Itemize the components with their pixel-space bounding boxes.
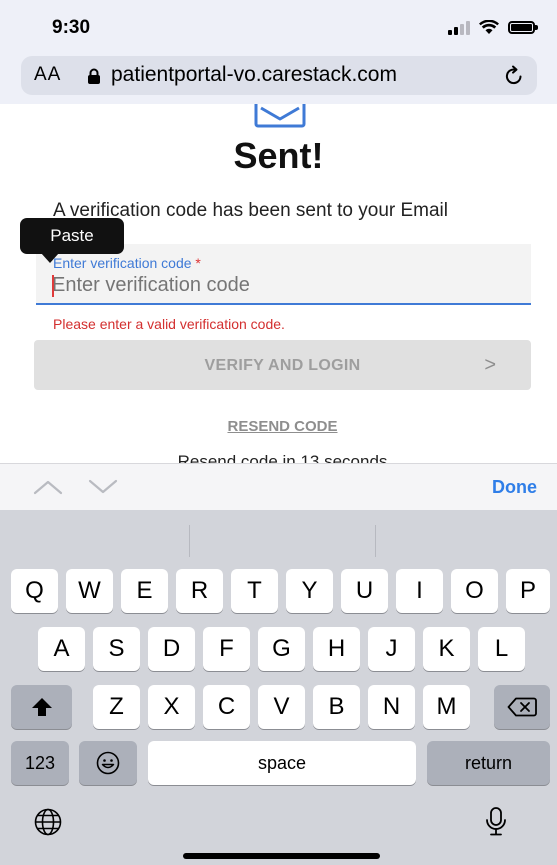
key-c[interactable]: C <box>203 685 250 729</box>
key-e[interactable]: E <box>121 569 168 613</box>
error-message: Please enter a valid verification code. <box>53 316 285 332</box>
key-n[interactable]: N <box>368 685 415 729</box>
key-t[interactable]: T <box>231 569 278 613</box>
microphone-icon[interactable] <box>484 806 508 838</box>
text-size-button[interactable]: AA <box>34 64 61 86</box>
key-g[interactable]: G <box>258 627 305 671</box>
emoji-icon <box>96 751 120 775</box>
input-label: Enter verification code * <box>53 255 201 271</box>
input-label-text: Enter verification code <box>53 255 192 271</box>
status-time: 9:30 <box>52 17 91 38</box>
key-f[interactable]: F <box>203 627 250 671</box>
paste-tooltip[interactable]: Paste <box>20 218 124 263</box>
chevron-right-icon: > <box>484 354 496 376</box>
reload-icon[interactable] <box>503 65 525 87</box>
suggestion-divider <box>189 525 190 557</box>
globe-icon[interactable] <box>33 807 63 837</box>
key-w[interactable]: W <box>66 569 113 613</box>
url-text[interactable]: patientportal-vo.carestack.com <box>111 63 397 87</box>
done-button[interactable]: Done <box>492 477 537 498</box>
page-title: Sent! <box>233 135 324 176</box>
key-u[interactable]: U <box>341 569 388 613</box>
suggestion-divider <box>375 525 376 557</box>
key-v[interactable]: V <box>258 685 305 729</box>
key-m[interactable]: M <box>423 685 470 729</box>
backspace-icon <box>507 697 537 717</box>
return-key[interactable]: return <box>427 741 550 785</box>
key-h[interactable]: H <box>313 627 360 671</box>
key-d[interactable]: D <box>148 627 195 671</box>
key-q[interactable]: Q <box>11 569 58 613</box>
key-j[interactable]: J <box>368 627 415 671</box>
signal-icon <box>448 20 470 35</box>
home-indicator <box>183 853 380 859</box>
key-x[interactable]: X <box>148 685 195 729</box>
emoji-key[interactable] <box>79 741 137 785</box>
key-z[interactable]: Z <box>93 685 140 729</box>
shift-icon <box>31 698 52 716</box>
keyboard-toolbar: Done <box>0 463 557 510</box>
lock-icon <box>88 68 100 84</box>
verify-button-label: VERIFY AND LOGIN <box>204 357 361 374</box>
key-l[interactable]: L <box>478 627 525 671</box>
chevron-up-icon[interactable] <box>33 479 63 495</box>
verification-code-input[interactable] <box>52 274 512 297</box>
key-b[interactable]: B <box>313 685 360 729</box>
envelope-icon <box>254 104 306 128</box>
status-icons <box>448 20 538 35</box>
resend-code-link[interactable]: RESEND CODE <box>0 418 557 435</box>
verify-and-login-button[interactable]: VERIFY AND LOGIN > <box>34 340 531 390</box>
key-a[interactable]: A <box>38 627 85 671</box>
key-r[interactable]: R <box>176 569 223 613</box>
keyboard: Q W E R T Y U I O P A S D F G H J K L Z … <box>0 510 557 865</box>
key-o[interactable]: O <box>451 569 498 613</box>
key-p[interactable]: P <box>506 569 550 613</box>
wifi-icon <box>479 20 499 34</box>
phone-screen: 9:30 AA patientportal-vo.carestack.com S… <box>0 0 557 865</box>
browser-chrome: 9:30 AA patientportal-vo.carestack.com <box>0 0 557 104</box>
required-mark: * <box>195 255 201 271</box>
url-bar[interactable]: AA patientportal-vo.carestack.com <box>21 56 537 95</box>
numbers-key[interactable]: 123 <box>11 741 69 785</box>
space-key[interactable]: space <box>148 741 416 785</box>
key-i[interactable]: I <box>396 569 443 613</box>
chevron-down-icon[interactable] <box>88 479 118 495</box>
key-y[interactable]: Y <box>286 569 333 613</box>
key-k[interactable]: K <box>423 627 470 671</box>
shift-key[interactable] <box>11 685 72 729</box>
text-caret <box>52 275 54 297</box>
key-s[interactable]: S <box>93 627 140 671</box>
backspace-key[interactable] <box>494 685 550 729</box>
battery-icon <box>508 21 538 34</box>
